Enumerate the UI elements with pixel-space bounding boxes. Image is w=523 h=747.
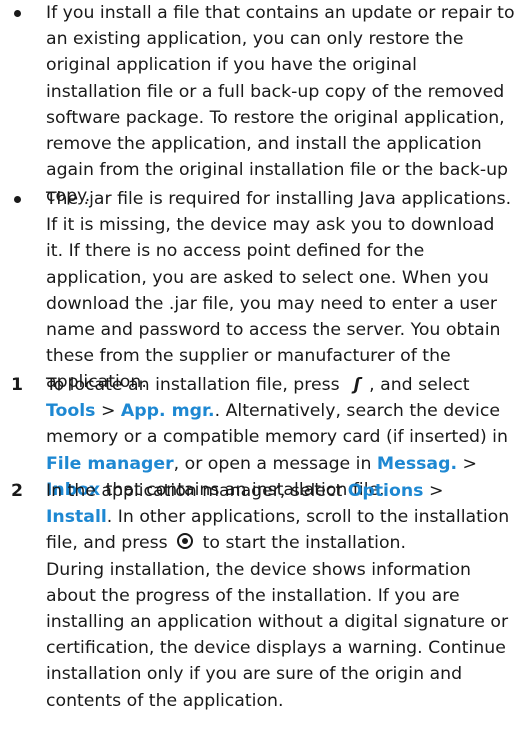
- bullet-item-jar-file: The .jar file is required for installing…: [0, 186, 523, 396]
- separator: >: [95, 401, 121, 422]
- separator: >: [423, 481, 444, 501]
- step-number: 1: [11, 375, 24, 395]
- step-text: , or open a message in: [173, 453, 372, 474]
- bullet-dot-icon: [14, 10, 21, 17]
- link-file-manager[interactable]: File manager: [46, 454, 174, 474]
- link-app-mgr[interactable]: App. mgr.: [121, 401, 215, 421]
- link-tools[interactable]: Tools: [46, 401, 95, 421]
- step-text: To locate an installation file, press: [46, 375, 340, 395]
- select-key-icon: [177, 533, 194, 550]
- bullet-dot-icon: [14, 196, 21, 203]
- step-text: , and select: [369, 375, 470, 395]
- step-text: In the application manager, select: [46, 481, 343, 501]
- link-messag[interactable]: Messag.: [377, 454, 457, 474]
- step-2-paragraph: During installation, the device shows in…: [46, 559, 509, 711]
- bullet-item-update-repair: If you install a file that contains an u…: [0, 0, 523, 210]
- step-text: to start the installation.: [202, 533, 407, 554]
- link-install[interactable]: Install: [46, 507, 107, 527]
- separator: >: [457, 453, 478, 474]
- menu-key-icon: ʃ: [353, 375, 361, 395]
- link-options[interactable]: Options: [348, 481, 424, 501]
- step-2: 2 In the application manager, select Opt…: [0, 478, 523, 714]
- bullet-text: If you install a file that contains an u…: [46, 3, 515, 207]
- manual-page: If you install a file that contains an u…: [0, 0, 523, 747]
- bullet-text: The .jar file is required for installing…: [46, 189, 512, 393]
- step-number: 2: [11, 481, 24, 501]
